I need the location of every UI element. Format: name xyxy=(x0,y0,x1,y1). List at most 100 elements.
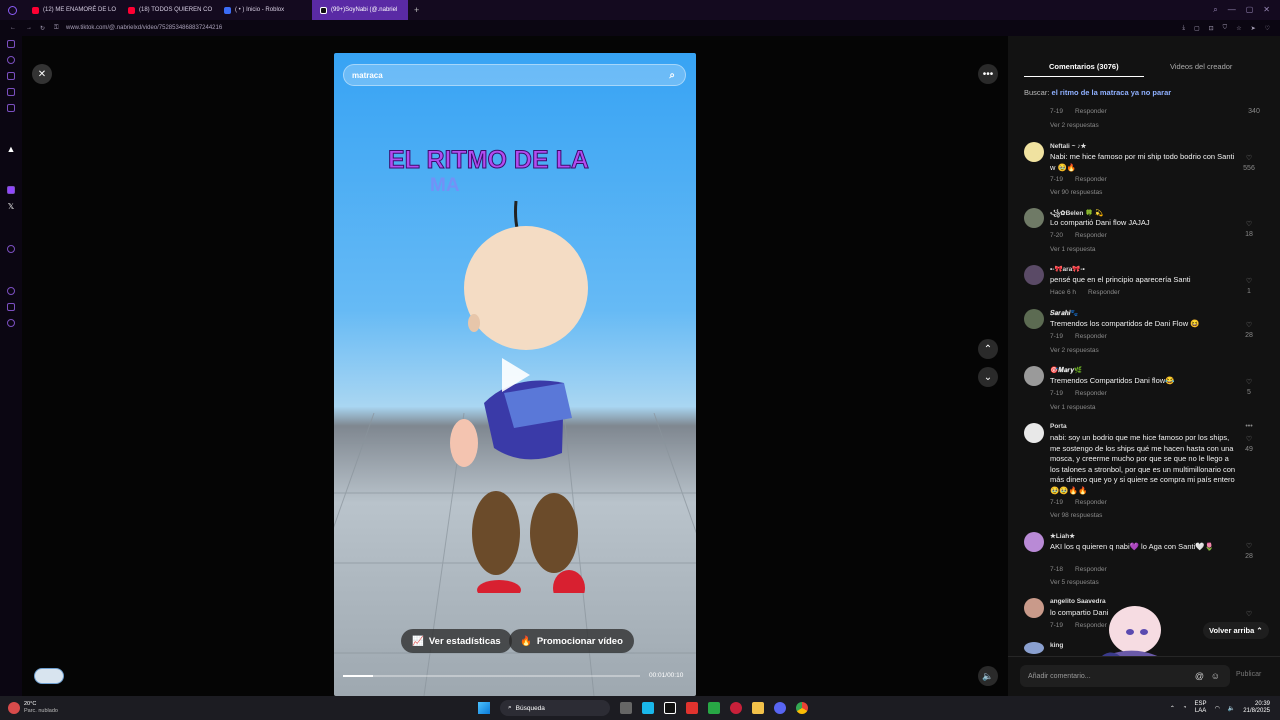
send-icon[interactable]: ➤ xyxy=(1251,25,1256,32)
site-info-icon[interactable]: ⚿ xyxy=(54,25,66,32)
tab-creator-videos[interactable]: Videos del creador xyxy=(1170,62,1232,71)
volume-icon[interactable]: 🔈 xyxy=(978,666,998,686)
reload-icon[interactable]: ↻ xyxy=(40,25,54,32)
browser-logo-icon[interactable] xyxy=(0,5,24,15)
close-icon[interactable]: ✕ xyxy=(32,64,52,84)
chevron-down-icon[interactable]: ⌄ xyxy=(978,367,998,387)
comment-author[interactable]: ★Liah★ xyxy=(1050,532,1075,540)
xbox-icon[interactable] xyxy=(708,702,720,714)
sidebar-notes-icon[interactable] xyxy=(7,104,15,112)
sidebar-pin-icon[interactable] xyxy=(7,88,15,96)
heart-icon[interactable]: ♡ xyxy=(1242,610,1256,618)
forward-icon[interactable]: → xyxy=(26,25,40,31)
heart-icon[interactable]: ♡ xyxy=(1242,542,1256,550)
x-icon[interactable]: 𝕏 xyxy=(8,202,14,211)
chrome-icon[interactable] xyxy=(796,702,808,714)
sidebar-lock-icon[interactable] xyxy=(7,72,15,80)
comment-author[interactable]: •-🎀ara🎀-• xyxy=(1050,265,1085,273)
maximize-icon[interactable]: ▢ xyxy=(1246,5,1254,15)
bookmark-icon[interactable]: ▢ xyxy=(1194,25,1200,32)
more-icon[interactable]: ••• xyxy=(978,64,998,84)
sidebar-tabs-icon[interactable] xyxy=(7,40,15,48)
avatar[interactable] xyxy=(1024,142,1044,162)
minimize-icon[interactable]: — xyxy=(1228,5,1236,15)
browser-tab-4-active[interactable]: (99+)SoyNabi (@.nabriel xyxy=(312,0,408,20)
publish-button[interactable]: Publicar xyxy=(1236,671,1261,678)
opera-gx-icon[interactable] xyxy=(730,702,742,714)
view-replies-button[interactable]: Ver 90 respuestas xyxy=(1050,189,1102,196)
creator-badge[interactable] xyxy=(34,668,64,684)
tab-comments[interactable]: Comentarios (3076) xyxy=(1049,62,1119,71)
chevron-up-icon[interactable]: ⌃ xyxy=(978,339,998,359)
heart-icon[interactable]: ♡ xyxy=(1242,277,1256,285)
start-icon[interactable] xyxy=(478,702,490,714)
back-to-top-button[interactable]: Volver arriba ⌃ xyxy=(1203,622,1269,639)
clock-time[interactable]: 20:39 xyxy=(1243,701,1270,708)
progress-track[interactable] xyxy=(343,675,640,677)
avatar[interactable] xyxy=(1024,598,1044,618)
comment-author[interactable]: Neftali ~ ♪★ xyxy=(1050,142,1086,150)
capcut-icon[interactable] xyxy=(664,702,676,714)
reply-button[interactable]: Responder xyxy=(1075,108,1107,115)
sidebar-clock-icon[interactable] xyxy=(7,287,15,295)
screenshot-icon[interactable]: ⊡ xyxy=(1209,25,1214,32)
heart-icon[interactable]: ♡ xyxy=(1242,321,1256,329)
view-replies-button[interactable]: Ver 2 respuestas xyxy=(1050,347,1099,354)
download-icon[interactable]: ⤓ xyxy=(1182,25,1185,32)
at-icon[interactable]: @ xyxy=(1195,671,1204,681)
heart-icon[interactable]: ♡ xyxy=(1242,154,1256,162)
related-search-link[interactable]: el ritmo de la matraca ya no parar xyxy=(1052,88,1172,97)
view-replies-button[interactable]: Ver 2 respuestas xyxy=(1050,122,1099,129)
reply-button[interactable]: Responder xyxy=(1075,232,1107,239)
reply-button[interactable]: Responder xyxy=(1075,333,1107,340)
heart-icon[interactable]: ♡ xyxy=(1242,378,1256,386)
reply-button[interactable]: Responder xyxy=(1088,289,1120,296)
star-icon[interactable]: ☆ xyxy=(1236,25,1241,32)
discord-icon[interactable] xyxy=(774,702,786,714)
heart-icon[interactable]: ♡ xyxy=(1265,25,1270,32)
language[interactable]: ESP xyxy=(1195,701,1207,708)
video-search-input[interactable]: matraca ⌕ xyxy=(343,64,686,86)
reply-button[interactable]: Responder xyxy=(1075,566,1107,573)
app-red-icon[interactable] xyxy=(686,702,698,714)
stats-button[interactable]: 📈 Ver estadísticas xyxy=(401,629,512,653)
reply-button[interactable]: Responder xyxy=(1075,390,1107,397)
play-icon[interactable] xyxy=(502,358,530,392)
view-replies-button[interactable]: Ver 98 respuestas xyxy=(1050,512,1102,519)
task-view-icon[interactable] xyxy=(620,702,632,714)
avatar[interactable] xyxy=(1024,309,1044,329)
volume-icon[interactable]: 🔈 xyxy=(1228,705,1235,712)
avatar[interactable] xyxy=(1024,642,1044,654)
add-comment-input[interactable]: Añadir comentario... @ ☺ xyxy=(1020,665,1230,687)
search-icon[interactable]: ⌕ xyxy=(669,70,675,81)
file-explorer-icon[interactable] xyxy=(752,702,764,714)
chevron-up-icon[interactable]: ⌃ xyxy=(1170,705,1175,712)
browser-tab-1[interactable]: (12) ME ENAMORÉ DE LO xyxy=(24,0,120,20)
network-icon[interactable]: ◔ xyxy=(1183,705,1187,711)
weather-widget[interactable]: 20°C Parc. nublado xyxy=(0,701,200,715)
view-replies-button[interactable]: Ver 5 respuestas xyxy=(1050,579,1099,586)
close-window-icon[interactable]: ✕ xyxy=(1263,5,1270,15)
avatar[interactable] xyxy=(1024,265,1044,285)
taskbar-search[interactable]: ⌕ Búsqueda xyxy=(500,700,610,716)
avatar[interactable] xyxy=(1024,208,1044,228)
twitch-icon[interactable] xyxy=(7,186,15,194)
wifi-icon[interactable]: ◠ xyxy=(1215,705,1220,712)
avatar[interactable] xyxy=(1024,366,1044,386)
heart-icon[interactable]: ♡ xyxy=(1242,435,1256,443)
shield-icon[interactable]: ⛉ xyxy=(1223,25,1228,32)
browser-tab-3[interactable]: ( • ) Inicio - Roblox xyxy=(216,0,312,20)
promote-button[interactable]: 🔥 Promocionar vídeo xyxy=(509,629,634,653)
sidebar-player-icon[interactable] xyxy=(7,245,15,253)
sidebar-app-icon[interactable]: ▲ xyxy=(7,144,16,154)
comment-author[interactable]: king xyxy=(1050,642,1063,649)
sidebar-gear-icon[interactable] xyxy=(7,319,15,327)
more-icon[interactable]: ••• xyxy=(1242,423,1256,430)
heart-icon[interactable]: ♡ xyxy=(1242,220,1256,228)
reply-button[interactable]: Responder xyxy=(1075,499,1107,506)
sidebar-settings-icon[interactable] xyxy=(7,303,15,311)
avatar[interactable] xyxy=(1024,423,1044,443)
back-icon[interactable]: ← xyxy=(0,25,26,31)
comment-author[interactable]: 𝑺𝒂𝒓𝒂𝒉𝒊🐾 xyxy=(1050,309,1078,318)
browser-tab-2[interactable]: (18) TODOS QUIEREN CO xyxy=(120,0,216,20)
